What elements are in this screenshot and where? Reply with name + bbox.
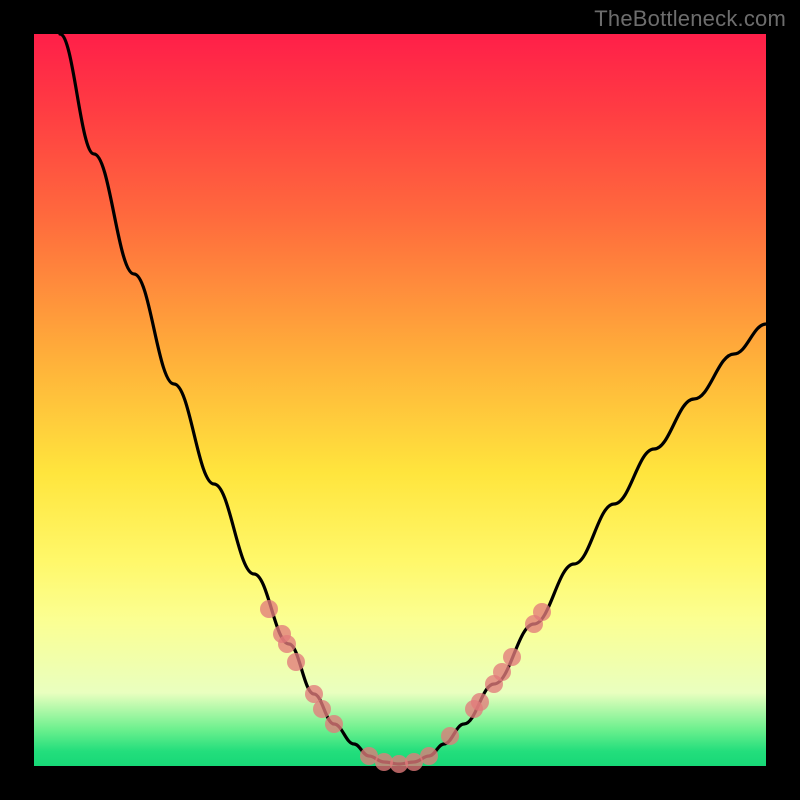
highlight-dot [278,635,296,653]
highlight-dot [325,715,343,733]
highlight-dots [260,600,551,773]
highlight-dot [493,663,511,681]
highlight-dot [441,727,459,745]
chart-frame: TheBottleneck.com [0,0,800,800]
curve-path-group [60,34,766,764]
highlight-dot [471,693,489,711]
highlight-dot [287,653,305,671]
plot-area [34,34,766,766]
bottleneck-curve [60,34,766,764]
highlight-dot [260,600,278,618]
watermark-text: TheBottleneck.com [594,6,786,32]
highlight-dot [420,747,438,765]
highlight-dot [533,603,551,621]
curve-svg [34,34,766,766]
highlight-dot [313,700,331,718]
highlight-dot [503,648,521,666]
